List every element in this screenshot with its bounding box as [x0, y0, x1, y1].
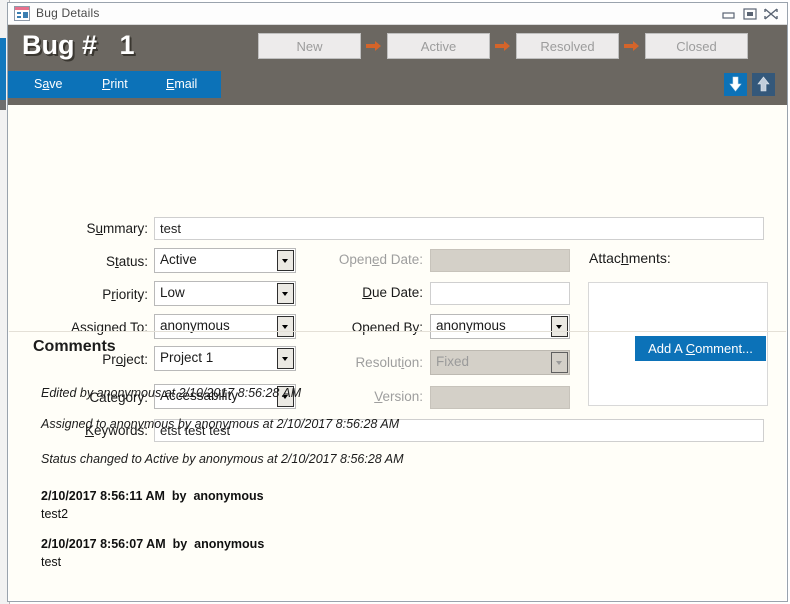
- background-window-accent-secondary: [0, 100, 6, 110]
- comment-by-label: by: [171, 489, 187, 503]
- history-item: Edited by anonymous at 2/10/2017 8:56:28…: [41, 386, 302, 400]
- resolution-value: Fixed: [436, 354, 470, 369]
- comment-author: anonymous: [193, 489, 264, 503]
- status-label: Status:: [105, 254, 148, 269]
- history-item: Status changed to Active by anonymous at…: [41, 452, 404, 466]
- bug-number: 1: [119, 30, 135, 60]
- comments-heading: Comments: [33, 338, 116, 355]
- history-item: Assigned to anonymous by anonymous at 2/…: [41, 417, 400, 431]
- attachments-label: Attachments:: [589, 250, 671, 266]
- summary-input[interactable]: [154, 217, 764, 240]
- comment-by-label: by: [172, 537, 188, 551]
- chevron-down-icon[interactable]: [277, 348, 294, 369]
- resolution-label: Resolution:: [355, 355, 423, 370]
- background-window-accent: [0, 38, 6, 100]
- priority-value: Low: [160, 285, 185, 300]
- chevron-down-icon[interactable]: [277, 283, 294, 304]
- comment-text: test: [41, 555, 62, 569]
- minimize-icon[interactable]: [721, 7, 737, 21]
- opened-date-label: Opened Date:: [338, 252, 423, 267]
- bug-form: Summary: Status: Active Priority: Low As…: [8, 105, 787, 442]
- chevron-down-icon: [551, 352, 568, 373]
- comment-timestamp: 2/10/2017 8:56:11 AM: [41, 489, 165, 503]
- opened-date-input: [430, 249, 570, 272]
- chevron-down-icon[interactable]: [277, 316, 294, 337]
- status-dropdown[interactable]: Active: [154, 248, 296, 273]
- comment-header: 2/10/2017 8:56:07 AM by anonymous: [41, 537, 264, 551]
- assigned-to-label: Assigned To:: [70, 320, 148, 335]
- workflow-state-active[interactable]: Active: [387, 33, 490, 59]
- priority-dropdown[interactable]: Low: [154, 281, 296, 306]
- maximize-icon[interactable]: [742, 7, 758, 21]
- opened-by-label: Opened By:: [351, 320, 423, 335]
- workflow-state-new[interactable]: New: [258, 33, 361, 59]
- arrow-up-icon[interactable]: [752, 73, 775, 96]
- summary-label: Summary:: [86, 221, 148, 236]
- page-title: Bug # 1: [22, 30, 135, 61]
- workflow-states: New Active Resolved Closed: [258, 33, 748, 59]
- close-icon[interactable]: [763, 7, 779, 21]
- comment-text: test2: [41, 507, 69, 521]
- bug-label: Bug #: [22, 30, 98, 60]
- resolution-dropdown: Fixed: [430, 350, 570, 375]
- workflow-state-closed[interactable]: Closed: [645, 33, 748, 59]
- bug-details-window: Bug Details Bug # 1 New Active Resolved …: [7, 2, 788, 602]
- action-bar: Save Print Email: [8, 71, 221, 98]
- window-title: Bug Details: [36, 6, 100, 20]
- form-icon: [14, 6, 30, 21]
- save-button[interactable]: Save: [34, 77, 63, 91]
- chevron-down-icon[interactable]: [551, 316, 568, 337]
- add-comment-button[interactable]: Add A Comment...: [635, 336, 766, 361]
- project-dropdown[interactable]: Project 1: [154, 346, 296, 371]
- title-bar: Bug Details: [8, 3, 787, 25]
- bug-header: Bug # 1 New Active Resolved Closed Save: [8, 25, 787, 105]
- assigned-to-dropdown[interactable]: anonymous: [154, 314, 296, 339]
- comment-header: 2/10/2017 8:56:11 AM by anonymous: [41, 489, 264, 503]
- chevron-down-icon[interactable]: [277, 250, 294, 271]
- due-date-input[interactable]: [430, 282, 570, 305]
- version-label: Version:: [374, 389, 423, 404]
- workflow-arrow-icon: [490, 33, 516, 59]
- workflow-arrow-icon: [619, 33, 645, 59]
- email-button[interactable]: Email: [166, 77, 197, 91]
- workflow-state-resolved[interactable]: Resolved: [516, 33, 619, 59]
- status-value: Active: [160, 252, 197, 267]
- section-divider: [9, 331, 786, 332]
- project-value: Project 1: [160, 350, 214, 365]
- version-input: [430, 386, 570, 409]
- due-date-label: Due Date:: [362, 285, 423, 300]
- comment-timestamp: 2/10/2017 8:56:07 AM: [41, 537, 166, 551]
- desktop-background: Bug Details Bug # 1 New Active Resolved …: [0, 0, 790, 604]
- opened-by-dropdown[interactable]: anonymous: [430, 314, 570, 339]
- comment-author: anonymous: [194, 537, 265, 551]
- priority-label: Priority:: [102, 287, 148, 302]
- workflow-arrow-icon: [361, 33, 387, 59]
- print-button[interactable]: Print: [102, 77, 128, 91]
- arrow-down-icon[interactable]: [724, 73, 747, 96]
